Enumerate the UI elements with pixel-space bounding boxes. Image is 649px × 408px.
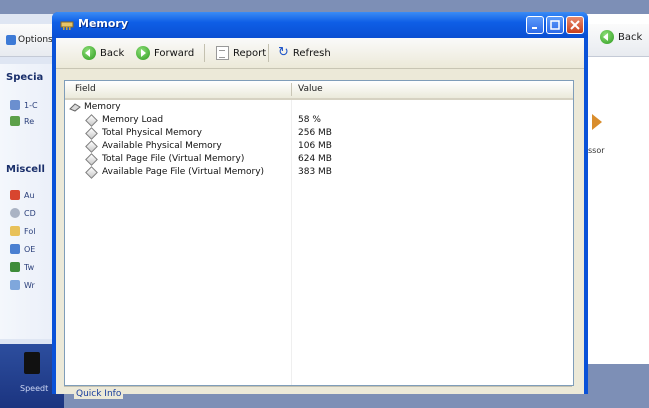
task-item-label: 1-C (24, 100, 38, 110)
report-icon (216, 46, 229, 60)
item-icon (85, 126, 98, 140)
category-row[interactable]: Memory (65, 102, 573, 115)
table-row[interactable]: Memory Load 58 % (65, 113, 573, 128)
window-title: Memory (78, 17, 129, 30)
misc-item-4[interactable]: OE (10, 244, 35, 254)
misc-item-label: Au (24, 190, 35, 200)
column-header-value[interactable]: Value (298, 84, 323, 94)
back-arrow-icon (600, 30, 614, 44)
background-back-label: Back (618, 31, 643, 43)
memory-icon (60, 21, 74, 30)
oe-icon (10, 244, 20, 254)
quick-info-group: Quick Info (64, 386, 572, 399)
close-icon (570, 20, 580, 30)
task-item-1[interactable]: 1-C (10, 100, 38, 110)
item-icon (85, 152, 98, 166)
quick-info-label: Quick Info (74, 389, 124, 399)
item-icon (85, 139, 98, 153)
close-button[interactable] (566, 16, 584, 34)
background-window-right: Back ssor (586, 14, 649, 364)
minimize-icon (532, 27, 537, 29)
memory-window: Memory Back Forward Report ↻ Refresh Fie… (52, 12, 588, 399)
field-cell: Available Physical Memory (102, 141, 222, 151)
cd-icon (10, 208, 20, 218)
section-misc: Miscell (6, 164, 45, 175)
forward-arrow-icon (136, 46, 150, 60)
table-row[interactable]: Total Physical Memory 256 MB (65, 126, 573, 141)
autorun-icon (10, 190, 20, 200)
misc-item-label: OE (24, 244, 36, 254)
toolbar-separator (204, 44, 205, 62)
report-label: Report (233, 47, 267, 59)
misc-item-3[interactable]: Fol (10, 226, 35, 236)
misc-item-5[interactable]: Tw (10, 262, 34, 272)
title-bar[interactable]: Memory (52, 12, 588, 38)
details-list[interactable]: Field Value Memory Memory Load 58 % Tota… (64, 80, 574, 386)
misc-item-label: Wr (24, 280, 35, 290)
misc-item-label: Tw (24, 262, 35, 272)
section-special: Specia (6, 72, 44, 83)
misc-item-2[interactable]: CD (10, 208, 36, 218)
list-header: Field Value (65, 81, 573, 100)
expand-arrow-icon[interactable] (592, 114, 602, 130)
back-label: Back (100, 47, 125, 59)
value-cell: 106 MB (298, 141, 332, 151)
table-row[interactable]: Available Physical Memory 106 MB (65, 139, 573, 154)
report-button[interactable]: Report (216, 43, 266, 63)
report-icon (10, 116, 20, 126)
value-cell: 624 MB (298, 154, 332, 164)
options-button[interactable]: Options (2, 30, 57, 50)
column-header-field[interactable]: Field (75, 84, 96, 94)
value-cell: 383 MB (298, 167, 332, 177)
maximize-icon (550, 20, 560, 30)
field-cell: Total Physical Memory (102, 128, 202, 138)
table-row[interactable]: Available Page File (Virtual Memory) 383… (65, 165, 573, 180)
value-cell: 256 MB (298, 128, 332, 138)
forward-button[interactable]: Forward (136, 43, 194, 63)
column-divider[interactable] (291, 83, 292, 96)
back-arrow-icon (82, 46, 96, 60)
back-button[interactable]: Back (82, 43, 124, 63)
table-row[interactable]: Total Page File (Virtual Memory) 624 MB (65, 152, 573, 167)
field-cell: Memory Load (102, 115, 164, 125)
memory-category-icon (69, 102, 81, 112)
background-toolbar-right: Back (586, 24, 649, 57)
item-icon (85, 165, 98, 179)
category-label: Memory (84, 102, 121, 112)
refresh-button[interactable]: ↻ Refresh (278, 43, 331, 63)
maximize-button[interactable] (546, 16, 564, 34)
options-icon (6, 35, 16, 45)
misc-item-6[interactable]: Wr (10, 280, 35, 290)
options-label: Options (18, 35, 53, 45)
field-cell: Total Page File (Virtual Memory) (102, 154, 245, 164)
forward-label: Forward (154, 47, 195, 59)
task-item-2[interactable]: Re (10, 116, 34, 126)
misc-item-label: CD (24, 208, 36, 218)
task-item-label: Re (24, 116, 35, 126)
field-cell: Available Page File (Virtual Memory) (102, 167, 265, 177)
refresh-label: Refresh (292, 47, 331, 59)
misc-item-label: Fol (24, 226, 36, 236)
background-back-button[interactable]: Back (600, 30, 642, 44)
speedtest-label: Speedt (20, 384, 49, 393)
toolbar-separator (268, 44, 269, 62)
tweak-icon (10, 262, 20, 272)
refresh-icon: ↻ (278, 45, 289, 60)
processor-label: ssor (588, 146, 605, 155)
toolbar: Back Forward Report ↻ Refresh (56, 38, 584, 69)
value-cell: 58 % (298, 115, 321, 125)
folder-icon (10, 226, 20, 236)
write-icon (10, 280, 20, 290)
hardware-icon (10, 100, 20, 110)
item-icon (85, 113, 98, 127)
misc-item-1[interactable]: Au (10, 190, 35, 200)
window-client: Back Forward Report ↻ Refresh Field Valu… (56, 38, 584, 399)
minimize-button[interactable] (526, 16, 544, 34)
speedtest-icon[interactable] (24, 352, 40, 374)
